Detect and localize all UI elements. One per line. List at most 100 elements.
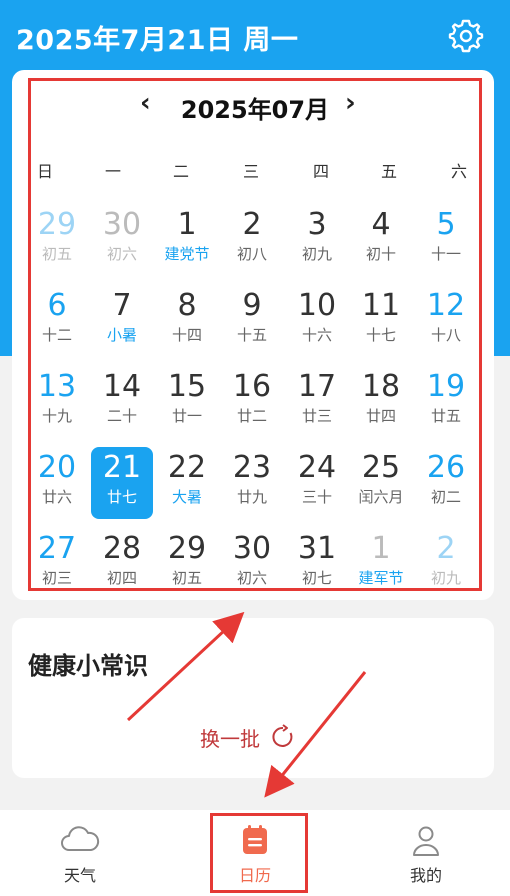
lunar-date: 十九 — [41, 407, 72, 425]
day-number: 23 — [232, 450, 272, 485]
tab-weather-label: 天气 — [63, 866, 96, 885]
calendar-day[interactable]: 30 初六 — [221, 528, 283, 600]
weekday-label: 日 — [36, 162, 53, 181]
lunar-date: 初四 — [106, 569, 137, 587]
day-number: 5 — [436, 207, 456, 242]
chevron-right-icon[interactable]: › — [345, 88, 356, 118]
calendar-day-selected[interactable]: 21 廿七 — [91, 447, 153, 519]
calendar-day[interactable]: 17 廿三 — [286, 366, 348, 438]
calendar-day[interactable]: 2 初九 — [415, 528, 477, 600]
calendar-day[interactable]: 28 初四 — [91, 528, 153, 600]
day-number: 30 — [232, 531, 272, 566]
lunar-date: 廿九 — [236, 488, 267, 506]
lunar-date: 初二 — [430, 488, 461, 506]
calendar-day[interactable]: 8 十四 — [156, 285, 218, 357]
weekday-label: 六 — [450, 162, 467, 181]
calendar-day[interactable]: 11 十七 — [350, 285, 412, 357]
lunar-date: 闰六月 — [358, 488, 404, 506]
day-number: 9 — [242, 288, 262, 323]
calendar-day[interactable]: 19 廿五 — [415, 366, 477, 438]
calendar-day[interactable]: 24 三十 — [286, 447, 348, 519]
calendar-day[interactable]: 20 廿六 — [26, 447, 88, 519]
month-title: 2025年07月 — [180, 96, 330, 124]
lunar-date: 二十 — [106, 407, 137, 425]
lunar-date: 十四 — [171, 326, 202, 344]
day-number: 17 — [297, 369, 337, 404]
weekday-label: 四 — [312, 162, 329, 181]
lunar-date: 十六 — [301, 326, 332, 344]
day-number: 1 — [177, 207, 197, 242]
tab-weather[interactable]: 天气 — [20, 810, 140, 896]
weekday-label: 二 — [172, 162, 189, 181]
calendar-day[interactable]: 5 十一 — [415, 204, 477, 276]
month-navigator: ‹ 2025年07月 › — [0, 86, 510, 126]
calendar-day[interactable]: 2 初八 — [221, 204, 283, 276]
day-number: 8 — [177, 288, 197, 323]
calendar-day[interactable]: 6 十二 — [26, 285, 88, 357]
refresh-icon — [272, 724, 293, 747]
day-number: 20 — [37, 450, 77, 485]
calendar-day[interactable]: 9 十五 — [221, 285, 283, 357]
calendar-day[interactable]: 10 十六 — [286, 285, 348, 357]
day-number: 26 — [426, 450, 466, 485]
day-number: 7 — [112, 288, 132, 323]
refresh-label: 换一批 — [200, 726, 260, 751]
tab-calendar[interactable]: 日历 — [195, 810, 315, 896]
calendar-day[interactable]: 27 初三 — [26, 528, 88, 600]
calendar-day[interactable]: 25 闰六月 — [350, 447, 412, 519]
lunar-date: 建军节 — [358, 569, 404, 587]
day-number: 15 — [167, 369, 207, 404]
weekday-label: 三 — [242, 162, 259, 181]
lunar-date: 十五 — [236, 326, 267, 344]
day-number: 27 — [37, 531, 77, 566]
calendar-day[interactable]: 18 廿四 — [350, 366, 412, 438]
lunar-date: 十一 — [430, 245, 461, 263]
calendar-day[interactable]: 26 初二 — [415, 447, 477, 519]
lunar-date: 初六 — [236, 569, 267, 587]
calendar-day[interactable]: 4 初十 — [350, 204, 412, 276]
calendar-day[interactable]: 14 二十 — [91, 366, 153, 438]
weekday-label: 五 — [380, 162, 397, 181]
lunar-date: 初九 — [301, 245, 332, 263]
lunar-date: 初六 — [106, 245, 137, 263]
calendar-day[interactable]: 22 大暑 — [156, 447, 218, 519]
lunar-date: 初九 — [430, 569, 461, 587]
calendar-day[interactable]: 29 初五 — [156, 528, 218, 600]
day-number: 11 — [361, 288, 401, 323]
day-number: 29 — [37, 207, 77, 242]
day-number: 2 — [436, 531, 456, 566]
calendar-day[interactable]: 30 初六 — [91, 204, 153, 276]
lunar-date: 廿一 — [171, 407, 202, 425]
weekday-label: 一 — [104, 162, 121, 181]
lunar-date: 大暑 — [171, 488, 202, 506]
calendar-day[interactable]: 7 小暑 — [91, 285, 153, 357]
day-number: 29 — [167, 531, 207, 566]
calendar-day[interactable]: 16 廿二 — [221, 366, 283, 438]
cloud-icon — [61, 826, 100, 851]
tab-mine[interactable]: 我的 — [366, 810, 486, 896]
gear-icon[interactable] — [447, 16, 485, 54]
lunar-date: 十八 — [430, 326, 461, 344]
calendar-day[interactable]: 12 十八 — [415, 285, 477, 357]
calendar-day[interactable]: 23 廿九 — [221, 447, 283, 519]
day-number: 19 — [426, 369, 466, 404]
calendar-day[interactable]: 13 十九 — [26, 366, 88, 438]
lunar-date: 初八 — [236, 245, 267, 263]
day-number: 30 — [102, 207, 142, 242]
day-number: 31 — [297, 531, 337, 566]
calendar-day[interactable]: 29 初五 — [26, 204, 88, 276]
calendar-day[interactable]: 3 初九 — [286, 204, 348, 276]
lunar-date: 廿六 — [41, 488, 72, 506]
lunar-date: 廿五 — [430, 407, 461, 425]
day-number: 10 — [297, 288, 337, 323]
day-number: 2 — [242, 207, 262, 242]
refresh-button[interactable]: 换一批 — [200, 722, 296, 752]
tab-calendar-label: 日历 — [238, 866, 271, 885]
calendar-day[interactable]: 1 建军节 — [350, 528, 412, 600]
calendar-day[interactable]: 15 廿一 — [156, 366, 218, 438]
lunar-date: 廿四 — [365, 407, 396, 425]
calendar-day[interactable]: 31 初七 — [286, 528, 348, 600]
calendar-day[interactable]: 1 建党节 — [156, 204, 218, 276]
lunar-date: 初五 — [171, 569, 202, 587]
day-number: 22 — [167, 450, 207, 485]
